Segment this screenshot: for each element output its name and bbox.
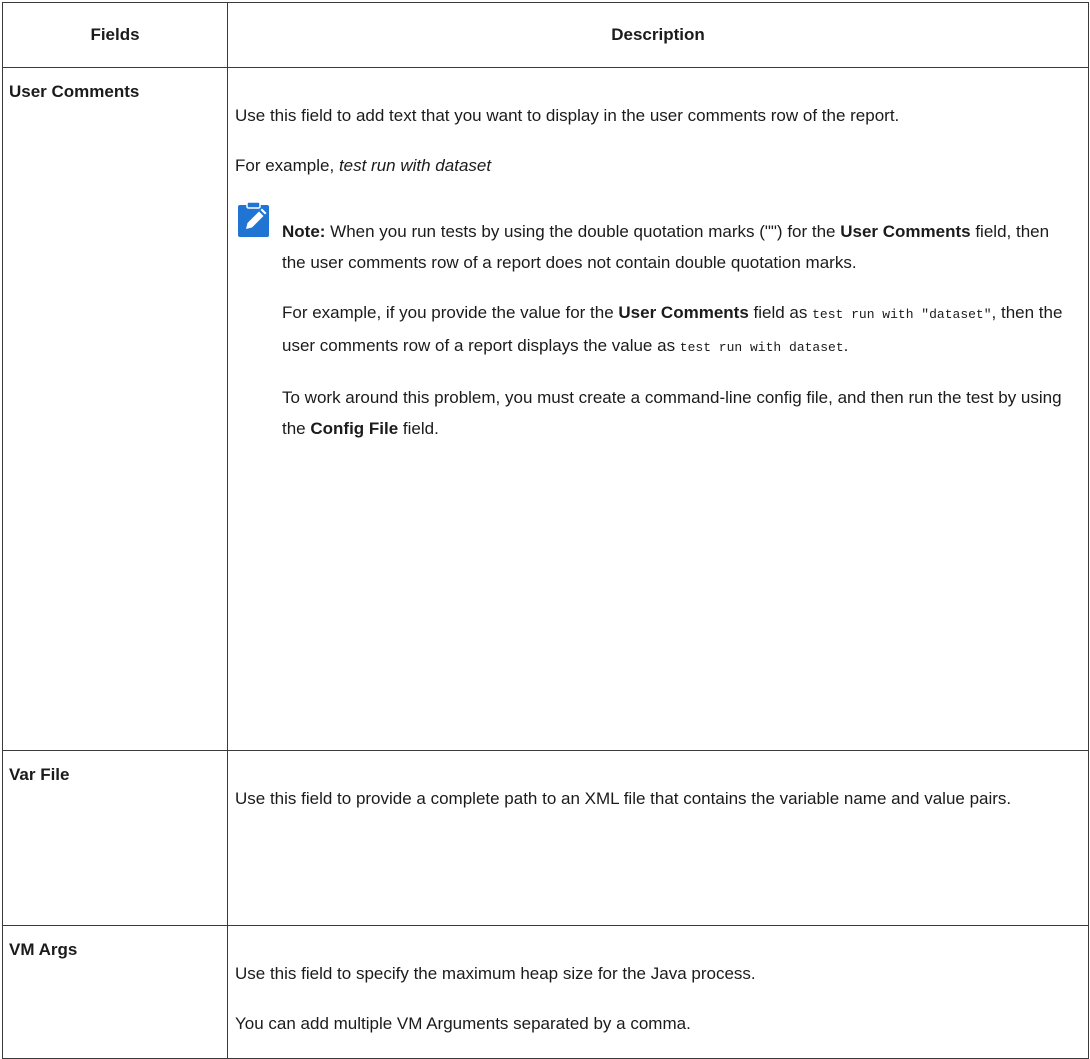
code-value: test run with "dataset" bbox=[812, 307, 992, 322]
example-value: test run with dataset bbox=[338, 156, 492, 175]
description-paragraph: Use this field to add text that you want… bbox=[235, 106, 900, 125]
table-row: User Comments Use this field to add text… bbox=[2, 67, 1089, 751]
note-label: Note: bbox=[282, 222, 326, 241]
pencil-note-icon bbox=[235, 200, 275, 240]
header-description: Description bbox=[227, 2, 1089, 68]
code-value: test run with dataset bbox=[679, 340, 844, 355]
note-box: Note: When you run tests by using the do… bbox=[235, 200, 1074, 463]
field-name: User Comments bbox=[2, 67, 228, 751]
note-paragraph: To work around this problem, you must cr… bbox=[282, 382, 1074, 444]
note-text: field as bbox=[748, 303, 813, 322]
example-prefix: For example, bbox=[235, 156, 339, 175]
description-paragraph: You can add multiple VM Arguments separa… bbox=[235, 1014, 691, 1033]
field-name: VM Args bbox=[2, 925, 228, 1059]
table-row: VM Args Use this field to specify the ma… bbox=[2, 925, 1089, 1059]
field-name: Var File bbox=[2, 750, 228, 926]
note-bold: User Comments bbox=[618, 303, 749, 322]
note-body: Note: When you run tests by using the do… bbox=[275, 200, 1074, 463]
note-paragraph: Note: When you run tests by using the do… bbox=[282, 216, 1074, 278]
note-paragraph: For example, if you provide the value fo… bbox=[282, 297, 1074, 363]
field-description: Use this field to provide a complete pat… bbox=[227, 750, 1089, 926]
fields-table: Fields Description User Comments Use thi… bbox=[2, 2, 1089, 1059]
table-row: Var File Use this field to provide a com… bbox=[2, 750, 1089, 926]
note-text: When you run tests by using the double q… bbox=[325, 222, 841, 241]
field-description: Use this field to add text that you want… bbox=[227, 67, 1089, 751]
note-text: For example, if you provide the value fo… bbox=[282, 303, 619, 322]
note-bold: User Comments bbox=[840, 222, 971, 241]
header-row: Fields Description bbox=[2, 2, 1089, 68]
description-paragraph: Use this field to specify the maximum he… bbox=[235, 964, 756, 983]
description-paragraph: Use this field to provide a complete pat… bbox=[235, 789, 1012, 808]
field-description: Use this field to specify the maximum he… bbox=[227, 925, 1089, 1059]
header-fields: Fields bbox=[2, 2, 228, 68]
example-paragraph: For example, test run with dataset bbox=[235, 150, 1074, 181]
note-text: . bbox=[843, 336, 849, 355]
note-text: field. bbox=[398, 419, 439, 438]
note-bold: Config File bbox=[310, 419, 399, 438]
